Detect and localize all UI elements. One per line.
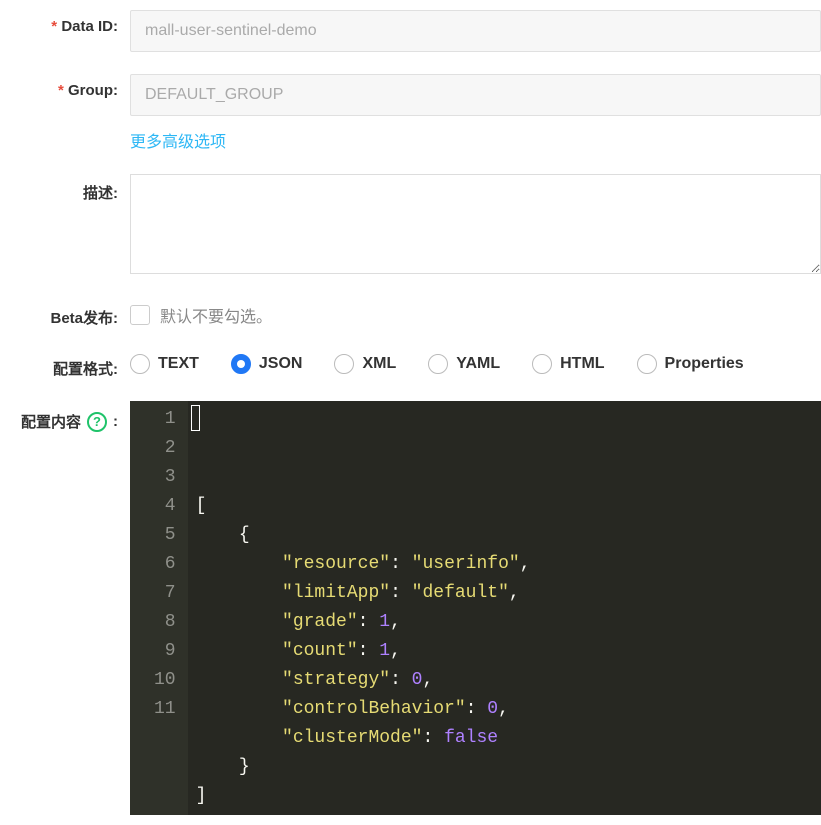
format-radio-xml[interactable]: XML xyxy=(334,354,396,374)
radio-label: HTML xyxy=(560,355,604,373)
radio-label: Properties xyxy=(665,355,744,373)
data-id-input[interactable] xyxy=(130,10,821,52)
row-description: 描述: xyxy=(0,174,821,277)
row-group: Group: xyxy=(0,74,821,116)
row-content: 配置内容 ? : 1234567891011 [ { "resource": "… xyxy=(0,401,821,815)
radio-label: YAML xyxy=(456,355,500,373)
label-format: 配置格式: xyxy=(0,350,130,379)
format-radio-properties[interactable]: Properties xyxy=(637,354,744,374)
radio-circle-icon xyxy=(532,354,552,374)
label-beta: Beta发布: xyxy=(0,299,130,328)
row-data-id: Data ID: xyxy=(0,10,821,52)
format-radio-text[interactable]: TEXT xyxy=(130,354,199,374)
label-group: Group: xyxy=(0,74,130,99)
row-advanced: 更多高级选项 xyxy=(0,132,821,152)
advanced-options-link[interactable]: 更多高级选项 xyxy=(130,128,226,152)
help-icon[interactable]: ? xyxy=(87,412,107,432)
row-beta: Beta发布: 默认不要勾选。 xyxy=(0,299,821,328)
editor-code[interactable]: [ { "resource": "userinfo", "limitApp": … xyxy=(188,401,821,815)
radio-circle-icon xyxy=(334,354,354,374)
label-description: 描述: xyxy=(0,174,130,203)
format-radio-html[interactable]: HTML xyxy=(532,354,604,374)
radio-label: XML xyxy=(362,355,396,373)
format-radio-group: TEXT JSON XML YAML HTML Properties xyxy=(130,350,821,374)
editor-gutter: 1234567891011 xyxy=(130,401,188,815)
radio-circle-icon xyxy=(637,354,657,374)
row-format: 配置格式: TEXT JSON XML YAML HTML Properties xyxy=(0,350,821,379)
description-textarea[interactable] xyxy=(130,174,821,274)
format-radio-json[interactable]: JSON xyxy=(231,354,303,374)
editor-cursor xyxy=(191,405,200,431)
group-input[interactable] xyxy=(130,74,821,116)
radio-label: TEXT xyxy=(158,355,199,373)
code-editor[interactable]: 1234567891011 [ { "resource": "userinfo"… xyxy=(130,401,821,815)
format-radio-yaml[interactable]: YAML xyxy=(428,354,500,374)
radio-circle-icon xyxy=(130,354,150,374)
radio-circle-icon xyxy=(231,354,251,374)
beta-checkbox[interactable] xyxy=(130,305,150,325)
radio-circle-icon xyxy=(428,354,448,374)
radio-label: JSON xyxy=(259,355,303,373)
label-content: 配置内容 ? : xyxy=(0,401,130,432)
label-data-id: Data ID: xyxy=(0,10,130,35)
beta-hint: 默认不要勾选。 xyxy=(160,303,272,327)
